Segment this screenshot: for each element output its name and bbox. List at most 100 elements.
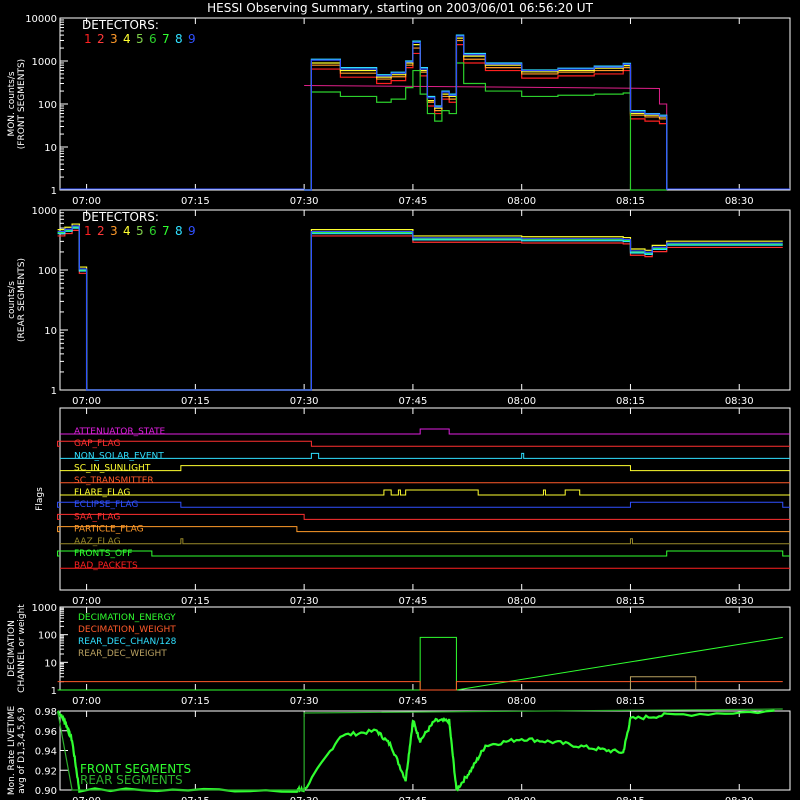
decimation-legend: REAR_DEC_CHAN/128: [78, 637, 177, 647]
x-tick-label: 08:15: [616, 396, 645, 407]
y-tick-label: 100: [38, 266, 57, 277]
x-tick-label: 07:45: [398, 796, 427, 800]
legend-detector-1: 1: [84, 32, 92, 46]
x-tick-label: 08:00: [507, 796, 536, 800]
flag-line-non_solar_event: [60, 452, 790, 459]
x-tick-label: 07:30: [290, 596, 319, 607]
x-tick-label: 07:00: [72, 196, 101, 207]
flag-label: SC_TRANSMITTER: [74, 476, 154, 486]
y-tick-label: 1000: [32, 57, 57, 68]
legend-detector-7: 7: [162, 32, 170, 46]
x-tick-label: 07:30: [290, 796, 319, 800]
legend-detector-4: 4: [123, 32, 131, 46]
flag-label: SAA_FLAG: [74, 512, 120, 522]
flag-line-saa_flag: [57, 513, 790, 520]
legend-detector-3: 3: [110, 224, 118, 238]
y-tick-label: 10: [44, 143, 57, 154]
legend-detector-5: 5: [136, 224, 144, 238]
x-tick-label: 08:00: [507, 696, 536, 707]
decimation-line-rear_dec_weight: [629, 676, 697, 690]
x-tick-label: 07:15: [181, 196, 210, 207]
x-tick-label: 08:15: [616, 196, 645, 207]
flag-label: PARTICLE_FLAG: [74, 525, 144, 535]
x-tick-label: 07:00: [72, 696, 101, 707]
legend-detector-7: 7: [162, 224, 170, 238]
y-tick-label: 0.98: [35, 707, 57, 718]
flag-label: SC_IN_SUNLIGHT: [74, 464, 151, 474]
y-tick-label: 0.94: [35, 747, 57, 758]
x-tick-label: 08:15: [616, 696, 645, 707]
flag-line-fronts_off: [57, 550, 790, 557]
legend-detector-2: 2: [97, 224, 105, 238]
y-tick-label: 1000: [32, 206, 57, 217]
y-axis-label: counts/s: [7, 281, 17, 319]
legend-detector-1: 1: [84, 224, 92, 238]
x-tick-label: 07:00: [72, 396, 101, 407]
x-tick-label: 07:30: [290, 196, 319, 207]
x-tick-label: 07:15: [181, 396, 210, 407]
flags-frame: [59, 407, 791, 591]
livetime-legend: REAR SEGMENTS: [80, 773, 183, 787]
rear-series-line-3: [57, 223, 783, 391]
flag-label: NON_SOLAR_EVENT: [74, 451, 164, 461]
y-axis-label: (FRONT SEGMENTS): [17, 59, 27, 149]
x-tick-label: 08:30: [725, 196, 754, 207]
x-tick-label: 07:00: [72, 596, 101, 607]
x-tick-label: 07:30: [290, 696, 319, 707]
flag-line-particle_flag: [57, 526, 790, 533]
x-tick-label: 07:45: [398, 596, 427, 607]
flag-label: BAD_PACKETS: [74, 561, 138, 571]
flag-line-sc_in_sunlight: [60, 465, 790, 472]
y-axis-label: (REAR SEGMENTS): [17, 258, 27, 342]
legend-detector-8: 8: [175, 32, 183, 46]
legend-detector-6: 6: [149, 32, 157, 46]
series-line-detector-9: [304, 35, 668, 191]
rear-series-line-2: [57, 229, 783, 391]
y-tick-label: 10000: [25, 14, 57, 25]
y-axis-label: DECIMATION: [7, 620, 17, 677]
y-tick-label: 0.90: [35, 786, 57, 797]
y-tick-label: 1: [51, 186, 57, 197]
rear-series-line-4: [57, 227, 783, 391]
legend-detector-5: 5: [136, 32, 144, 46]
x-tick-label: 07:45: [398, 396, 427, 407]
panel-front: 07:00 07:15 07:30 07:45 08:00 08:15 08:30 MON. …: [7, 14, 791, 207]
summary-figure: HESSI Observing Summary, starting on 200…: [7, 1, 791, 800]
legend-detector-8: 8: [175, 224, 183, 238]
x-tick-label: 08:15: [616, 796, 645, 800]
series-line-detector-2: [304, 84, 668, 190]
legend-detector-4: 4: [123, 224, 131, 238]
rear-series-line-5: [57, 225, 783, 391]
x-tick-label: 08:00: [507, 396, 536, 407]
flag-line-attenuator_state: [60, 428, 790, 435]
legend-title: DETECTORS:: [82, 18, 159, 32]
legend-detector-6: 6: [149, 224, 157, 238]
y-axis-label: Mon. Rate LIVETIME: [7, 706, 17, 796]
flag-label: ECLIPSE_FLAG: [74, 500, 138, 510]
y-axis-label: Flags: [35, 487, 45, 511]
x-tick-label: 08:30: [725, 796, 754, 800]
flag-line-aaz_flag: [60, 538, 790, 545]
flag-label: FRONTS_OFF: [74, 549, 132, 559]
x-tick-label: 07:15: [181, 596, 210, 607]
x-tick-label: 07:15: [181, 696, 210, 707]
x-tick-label: 08:30: [725, 696, 754, 707]
legend-detector-2: 2: [97, 32, 105, 46]
x-tick-label: 08:00: [507, 196, 536, 207]
x-tick-label: 07:30: [290, 396, 319, 407]
x-tick-label: 07:15: [181, 796, 210, 800]
x-tick-label: 07:00: [72, 796, 101, 800]
y-tick-label: 0.96: [35, 727, 57, 738]
flag-label: AAZ_FLAG: [74, 537, 121, 547]
legend-title: DETECTORS:: [82, 210, 159, 224]
panel-decimation: 07:00 07:15 07:30 07:45 08:00 08:15 08:30 DECIM…: [7, 603, 791, 707]
y-tick-label: 1: [51, 386, 57, 397]
x-tick-label: 08:00: [507, 596, 536, 607]
y-tick-label: 0.92: [35, 766, 57, 777]
legend-detector-3: 3: [110, 32, 118, 46]
y-tick-label: 1000: [32, 603, 57, 614]
x-tick-label: 08:15: [616, 596, 645, 607]
y-tick-label: 10: [44, 658, 57, 669]
decimation-legend: DECIMATION_ENERGY: [78, 613, 176, 623]
y-tick-label: 100: [38, 100, 57, 111]
